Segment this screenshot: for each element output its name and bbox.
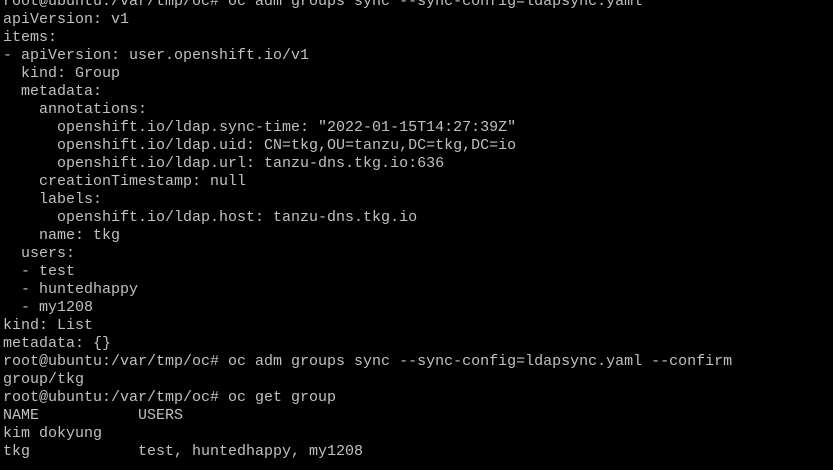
terminal-line-output: openshift.io/ldap.url: tanzu-dns.tkg.io:… [3, 155, 445, 172]
terminal-line-command: root@ubuntu:/var/tmp/oc# oc adm groups s… [3, 353, 733, 370]
terminal-line-table-row: tkg test, huntedhappy, my1208 [3, 443, 364, 460]
terminal-line-output: openshift.io/ldap.sync-time: "2022-01-15… [3, 119, 517, 136]
terminal-line-command: root@ubuntu:/var/tmp/oc# oc adm groups s… [3, 0, 643, 10]
terminal-window[interactable]: root@ubuntu:/var/tmp/oc# oc adm groups s… [0, 0, 833, 470]
terminal-line-table-header: NAME USERS [3, 407, 184, 424]
terminal-line-output: metadata: [3, 83, 103, 100]
terminal-line-command: root@ubuntu:/var/tmp/oc# oc get group [3, 389, 337, 406]
terminal-line-output: users: [3, 245, 76, 262]
terminal-line-table-row: kim dokyung [3, 425, 103, 442]
terminal-line-output: items: [3, 29, 58, 46]
terminal-line-output: - apiVersion: user.openshift.io/v1 [3, 47, 310, 64]
terminal-line-output: openshift.io/ldap.host: tanzu-dns.tkg.io [3, 209, 418, 226]
terminal-line-output: - my1208 [3, 299, 94, 316]
terminal-line-output: name: tkg [3, 227, 121, 244]
terminal-line-output: openshift.io/ldap.uid: CN=tkg,OU=tanzu,D… [3, 137, 517, 154]
terminal-line-output: annotations: [3, 101, 148, 118]
terminal-line-output: metadata: {} [3, 335, 112, 352]
terminal-line-output: - huntedhappy [3, 281, 139, 298]
terminal-line-output: - test [3, 263, 76, 280]
terminal-line-output: creationTimestamp: null [3, 173, 247, 190]
terminal-line-output: group/tkg [3, 371, 85, 388]
terminal-line-output: labels: [3, 191, 103, 208]
terminal-line-output: kind: List [3, 317, 94, 334]
terminal-line-output: kind: Group [3, 65, 121, 82]
terminal-line-output: apiVersion: v1 [3, 11, 130, 28]
